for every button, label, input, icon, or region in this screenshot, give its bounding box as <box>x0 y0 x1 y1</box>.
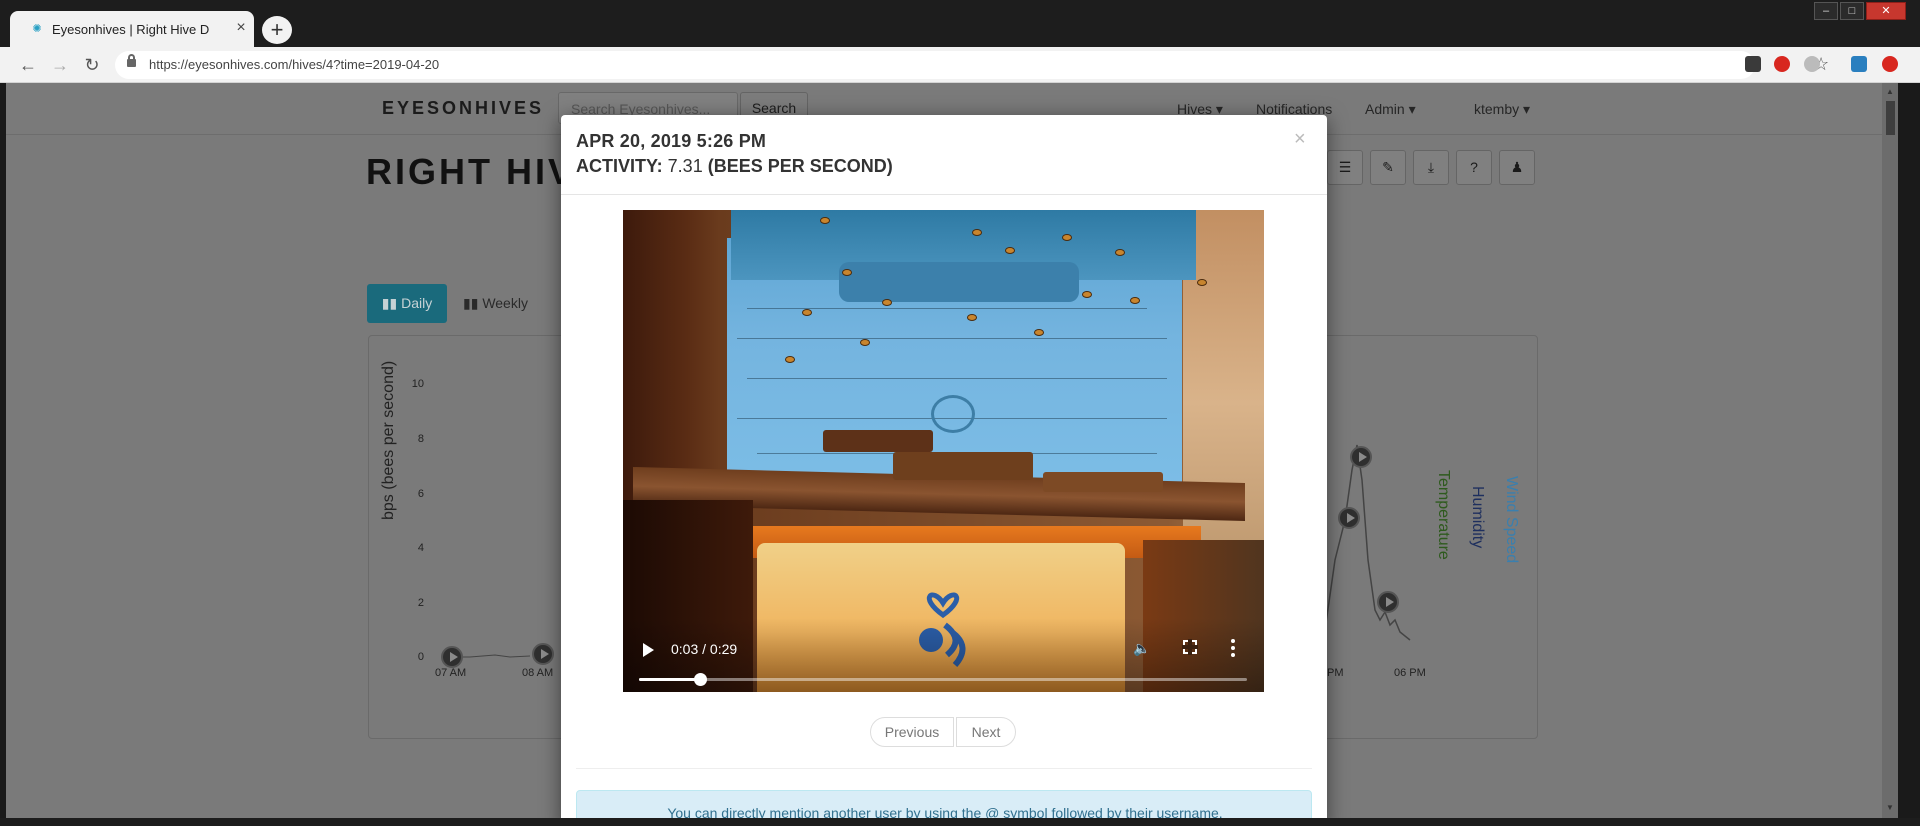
site-brand[interactable]: EYESONHIVES <box>382 98 544 119</box>
close-window-icon[interactable]: ✕ <box>1866 2 1906 20</box>
modal-date: APR 20, 2019 5:26 PM <box>576 131 767 151</box>
weekly-button[interactable]: ▮▮ Weekly <box>463 284 543 323</box>
activity-value: 7.31 <box>667 156 703 176</box>
browser-titlebar: ✺ Eyesonhives | Right Hive D × + – □ ✕ <box>0 0 1920 47</box>
nav-admin[interactable]: Admin ▾ <box>1365 101 1416 118</box>
list-icon[interactable]: ☰ <box>1327 150 1363 185</box>
weekly-label: Weekly <box>482 295 528 311</box>
video-progress-knob[interactable] <box>694 673 707 686</box>
minimize-icon[interactable]: – <box>1814 2 1838 20</box>
x-tick-06pm: 06 PM <box>1394 667 1426 679</box>
video-hive-emblem <box>931 395 975 433</box>
play-icon[interactable] <box>643 643 654 657</box>
reload-icon[interactable]: ↻ <box>80 53 104 77</box>
more-options-icon[interactable] <box>1231 639 1235 657</box>
download-icon[interactable]: ⤓ <box>1413 150 1449 185</box>
nav-user-label: ktemby <box>1474 101 1520 117</box>
wind-speed-axis-label: Wind Speed <box>1503 476 1520 564</box>
y-tick-10: 10 <box>411 378 424 390</box>
y-tick-8: 8 <box>417 433 424 445</box>
site-favicon-icon: ✺ <box>32 23 42 35</box>
video-hive-handhold <box>839 262 1079 302</box>
x-tick-pm: PM <box>1327 667 1344 679</box>
humidity-axis-label: Humidity <box>1469 486 1486 549</box>
x-tick-07am: 07 AM <box>435 667 467 679</box>
extension-shield-icon[interactable] <box>1745 56 1761 72</box>
scroll-down-icon[interactable]: ▼ <box>1885 803 1895 813</box>
daily-label: Daily <box>401 295 433 311</box>
scroll-thumb[interactable] <box>1886 101 1895 135</box>
video-controls: 0:03 / 0:29 🔈 <box>623 618 1264 692</box>
modal-header: APR 20, 2019 5:26 PM ACTIVITY: 7.31 (BEE… <box>561 115 1327 195</box>
next-button[interactable]: Next <box>956 717 1016 747</box>
address-bar[interactable]: https://eyesonhives.com/hives/4?time=201… <box>115 51 1829 79</box>
extension-red-circle-icon[interactable] <box>1882 56 1898 72</box>
y-tick-2: 2 <box>417 597 424 609</box>
video-progress-fill <box>639 678 700 681</box>
back-arrow-icon[interactable]: ← <box>16 53 40 77</box>
video-time: 0:03 / 0:29 <box>671 641 738 657</box>
nav-admin-label: Admin <box>1365 101 1405 117</box>
extension-opera-icon[interactable] <box>1774 56 1790 72</box>
previous-button[interactable]: Previous <box>870 717 954 747</box>
video-marker-icon[interactable] <box>1350 446 1372 468</box>
x-tick-08am: 08 AM <box>522 667 554 679</box>
modal-activity: ACTIVITY: 7.31 (BEES PER SECOND) <box>576 156 893 177</box>
hive-video-player[interactable]: 0:03 / 0:29 🔈 <box>623 210 1264 692</box>
fullscreen-icon[interactable] <box>1182 639 1198 655</box>
modal-divider <box>576 768 1312 769</box>
video-marker-icon[interactable] <box>1377 591 1399 613</box>
page-scrollbar[interactable]: ▲ ▼ <box>1882 83 1898 818</box>
maximize-icon[interactable]: □ <box>1840 2 1864 20</box>
page-title: RIGHT HIVE D <box>366 151 566 192</box>
forward-arrow-icon[interactable]: → <box>48 53 72 77</box>
edit-icon[interactable]: ✎ <box>1370 150 1406 185</box>
hive-title-clip: RIGHT HIVE D <box>366 143 566 203</box>
lock-icon <box>127 54 136 67</box>
daily-button[interactable]: ▮▮ Daily <box>367 284 447 323</box>
url-text: https://eyesonhives.com/hives/4?time=201… <box>149 57 440 72</box>
extension-sync-icon[interactable] <box>1804 56 1820 72</box>
y-tick-0: 0 <box>417 651 424 663</box>
temperature-axis-label: Temperature <box>1435 470 1452 560</box>
new-tab-button[interactable]: + <box>262 16 292 44</box>
video-modal: APR 20, 2019 5:26 PM ACTIVITY: 7.31 (BEE… <box>561 115 1327 826</box>
chart-y-axis-label: bps (bees per second) <box>380 360 397 520</box>
close-tab-icon[interactable]: × <box>232 19 250 37</box>
activity-unit: (BEES PER SECOND) <box>702 156 893 176</box>
bee-icon[interactable]: ♟ <box>1499 150 1535 185</box>
extension-grid-icon[interactable] <box>1851 56 1867 72</box>
y-tick-4: 4 <box>417 542 424 554</box>
window-bottom-edge <box>0 818 1920 826</box>
video-marker-icon[interactable] <box>441 646 463 668</box>
nav-user[interactable]: ktemby ▾ <box>1474 101 1530 118</box>
scroll-up-icon[interactable]: ▲ <box>1885 87 1895 97</box>
video-progress-track[interactable] <box>639 673 1247 686</box>
modal-close-icon[interactable]: × <box>1294 129 1306 149</box>
video-marker-icon[interactable] <box>532 643 554 665</box>
volume-icon[interactable]: 🔈 <box>1133 640 1150 657</box>
browser-toolbar: ← → ↻ https://eyesonhives.com/hives/4?ti… <box>0 47 1920 83</box>
browser-tab[interactable]: ✺ Eyesonhives | Right Hive D × <box>10 11 254 47</box>
y-tick-6: 6 <box>417 488 424 500</box>
help-icon[interactable]: ? <box>1456 150 1492 185</box>
video-marker-icon[interactable] <box>1338 507 1360 529</box>
tab-title: Eyesonhives | Right Hive D <box>52 22 210 37</box>
activity-label: ACTIVITY: <box>576 156 668 176</box>
